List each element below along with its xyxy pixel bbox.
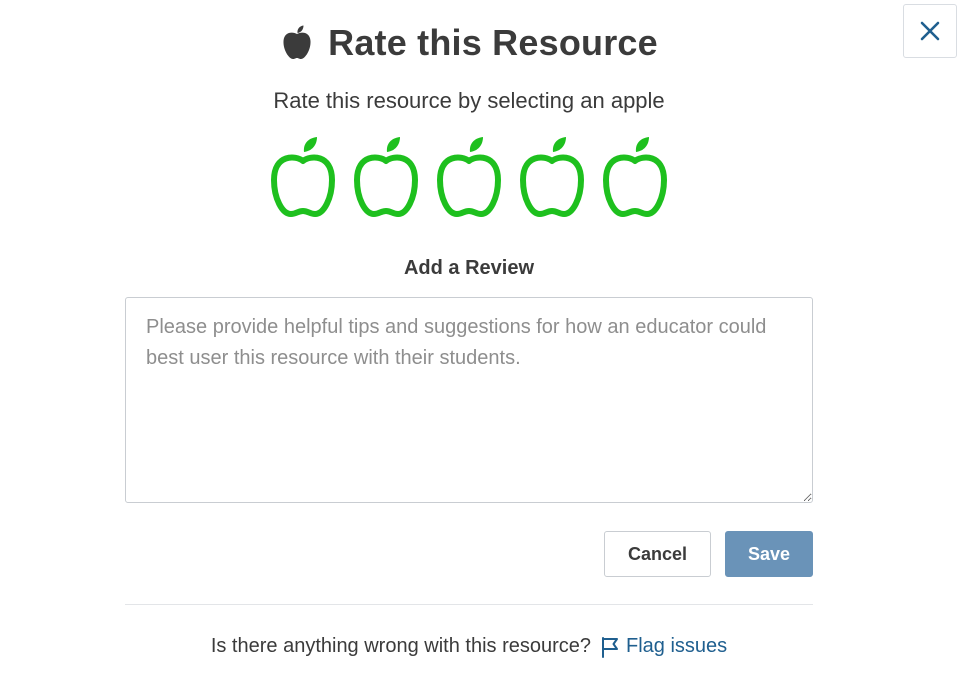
dialog-subtitle: Rate this resource by selecting an apple <box>273 88 665 113</box>
review-label: Add a Review <box>403 257 535 279</box>
apple-rating <box>268 134 670 220</box>
rating-apple-2[interactable] <box>351 134 421 220</box>
report-issue-question: Is there anything wrong with this resour… <box>210 635 592 657</box>
rating-apple-1[interactable] <box>268 134 338 220</box>
rating-apple-5[interactable] <box>600 134 670 220</box>
flag-issues-link[interactable]: Flag issues <box>600 635 727 658</box>
save-button[interactable]: Save <box>725 531 813 577</box>
divider <box>125 604 813 605</box>
rating-apple-3[interactable] <box>434 134 504 220</box>
flag-icon <box>602 636 619 658</box>
review-textarea[interactable] <box>125 297 813 503</box>
report-issue-row: Is there anything wrong with this resour… <box>0 635 938 658</box>
apple-icon <box>283 25 311 59</box>
flag-issues-label: Flag issues <box>626 635 728 657</box>
cancel-button[interactable]: Cancel <box>604 531 711 577</box>
dialog-title: Rate this Resource <box>328 22 658 63</box>
rate-resource-dialog: Rate this Resource Rate this resource by… <box>0 0 978 695</box>
dialog-header: Rate this Resource <box>0 22 938 64</box>
rating-apple-4[interactable] <box>517 134 587 220</box>
